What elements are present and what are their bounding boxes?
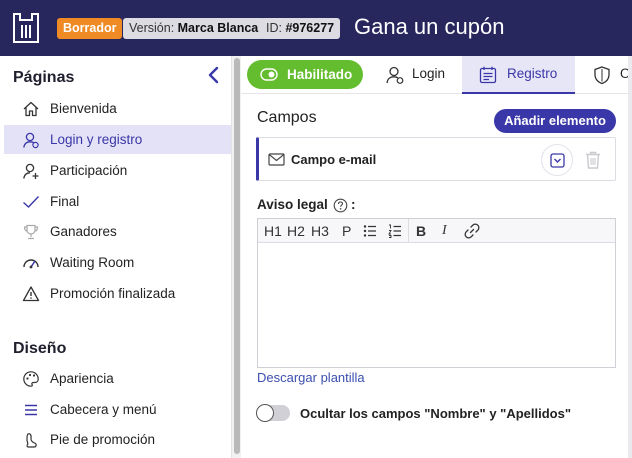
sidebar-item-login-registro[interactable]: Login y registro bbox=[4, 125, 231, 154]
enabled-label: Habilitado bbox=[287, 67, 353, 82]
id-prefix: ID: bbox=[266, 21, 286, 35]
heading1-button[interactable]: H1 bbox=[264, 219, 282, 243]
sidebar-item-cabecera-menu[interactable]: Cabecera y menú bbox=[4, 395, 231, 424]
design-heading: Diseño bbox=[13, 340, 67, 357]
italic-button[interactable]: I bbox=[442, 219, 447, 243]
version-value: Marca Blanca bbox=[177, 21, 259, 35]
chevron-down-icon bbox=[550, 153, 565, 168]
sidebar-item-label: Promoción finalizada bbox=[50, 286, 176, 301]
tab-other[interactable]: O bbox=[589, 56, 632, 94]
field-row-email[interactable]: Campo e-mail bbox=[256, 137, 616, 181]
main-panel: Habilitado Login Registro O Campos Añadi… bbox=[241, 56, 632, 458]
paragraph-button[interactable]: P bbox=[342, 219, 351, 243]
tab-login[interactable]: Login bbox=[381, 56, 459, 94]
mail-icon bbox=[268, 153, 285, 166]
bullet-list-icon[interactable] bbox=[363, 224, 377, 238]
warning-icon bbox=[22, 285, 40, 301]
sidebar-item-label: Participación bbox=[50, 163, 128, 178]
sidebar-item-final[interactable]: Final bbox=[4, 187, 231, 216]
tab-registro[interactable]: Registro bbox=[462, 56, 575, 94]
shield-icon bbox=[594, 66, 610, 85]
app-logo-icon bbox=[13, 13, 39, 43]
page-title: Gana un cupón bbox=[354, 14, 505, 39]
right-edge-divider bbox=[628, 56, 632, 458]
legal-notice-label: Aviso legal bbox=[257, 197, 328, 212]
trash-icon[interactable] bbox=[582, 149, 604, 171]
tab-label: Registro bbox=[507, 66, 558, 81]
editor-toolbar: H1 H2 H3 P B I bbox=[258, 219, 615, 243]
sidebar-item-bienvenida[interactable]: Bienvenida bbox=[4, 94, 231, 123]
fields-section-title: Campos bbox=[257, 109, 317, 126]
sidebar-item-label: Apariencia bbox=[50, 371, 114, 386]
version-prefix: Versión: bbox=[129, 21, 178, 35]
sidebar-item-participacion[interactable]: Participación bbox=[4, 156, 231, 185]
toolbar-divider bbox=[408, 219, 409, 243]
hide-names-label: Ocultar los campos "Nombre" y "Apellidos… bbox=[300, 406, 571, 421]
legal-notice-editor-area[interactable] bbox=[258, 244, 615, 367]
heading2-button[interactable]: H2 bbox=[287, 219, 305, 243]
sidebar-item-label: Cabecera y menú bbox=[50, 402, 157, 417]
heading3-button[interactable]: H3 bbox=[311, 219, 329, 243]
top-bar: Borrador Versión: Marca Blanca ID: #9762… bbox=[0, 0, 632, 56]
trophy-icon bbox=[23, 224, 39, 239]
legal-notice-colon: : bbox=[351, 197, 356, 212]
version-badge: Versión: Marca Blanca bbox=[123, 18, 265, 39]
sidebar-item-label: Login y registro bbox=[50, 132, 143, 147]
link-icon[interactable] bbox=[464, 223, 480, 239]
home-icon bbox=[23, 101, 39, 116]
hide-names-switch[interactable] bbox=[256, 404, 290, 422]
id-badge: ID: #976277 bbox=[260, 18, 341, 39]
help-icon[interactable] bbox=[333, 198, 348, 213]
sidebar-item-promocion-finalizada[interactable]: Promoción finalizada bbox=[4, 279, 231, 308]
tab-bar: Habilitado Login Registro O bbox=[241, 56, 632, 94]
sidebar-item-label: Waiting Room bbox=[50, 255, 135, 270]
sidebar-item-label: Bienvenida bbox=[50, 101, 117, 116]
sidebar-item-label: Ganadores bbox=[50, 224, 117, 239]
sidebar-item-pie-promocion[interactable]: Pie de promoción bbox=[4, 425, 231, 454]
footprint-icon bbox=[26, 432, 37, 448]
collapse-sidebar-icon[interactable] bbox=[205, 65, 221, 85]
field-label: Campo e-mail bbox=[291, 152, 377, 167]
id-value: #976277 bbox=[285, 21, 335, 35]
sidebar-scrollbar-thumb[interactable] bbox=[234, 58, 240, 454]
sidebar-item-waiting-room[interactable]: Waiting Room bbox=[4, 248, 231, 277]
user-icon bbox=[386, 66, 404, 84]
tab-label: Login bbox=[412, 66, 446, 81]
calendar-form-icon bbox=[479, 66, 497, 84]
sidebar-item-label: Final bbox=[50, 194, 80, 209]
download-template-link[interactable]: Descargar plantilla bbox=[257, 370, 365, 385]
user-icon bbox=[23, 132, 39, 148]
status-badge: Borrador bbox=[57, 18, 123, 39]
pages-heading: Páginas bbox=[13, 69, 75, 86]
sidebar-item-apariencia[interactable]: Apariencia bbox=[4, 364, 231, 393]
palette-icon bbox=[23, 370, 39, 387]
sidebar-scrollbar[interactable] bbox=[231, 56, 241, 458]
menu-icon bbox=[25, 404, 37, 415]
sidebar-item-label: Pie de promoción bbox=[50, 432, 156, 447]
sidebar-item-ganadores[interactable]: Ganadores bbox=[4, 217, 231, 246]
expand-field-button[interactable] bbox=[541, 144, 573, 176]
gauge-icon bbox=[23, 258, 39, 268]
user-plus-icon bbox=[23, 163, 39, 179]
add-element-button[interactable]: Añadir elemento bbox=[494, 109, 616, 133]
numbered-list-icon[interactable] bbox=[388, 224, 402, 238]
check-icon bbox=[23, 195, 40, 208]
bold-button[interactable]: B bbox=[416, 219, 426, 243]
toggle-on-icon bbox=[260, 68, 278, 81]
sidebar: Páginas Bienvenida Login y registro Part… bbox=[0, 56, 231, 458]
rich-text-editor: H1 H2 H3 P B I bbox=[257, 218, 616, 368]
enabled-toggle[interactable]: Habilitado bbox=[247, 60, 363, 89]
